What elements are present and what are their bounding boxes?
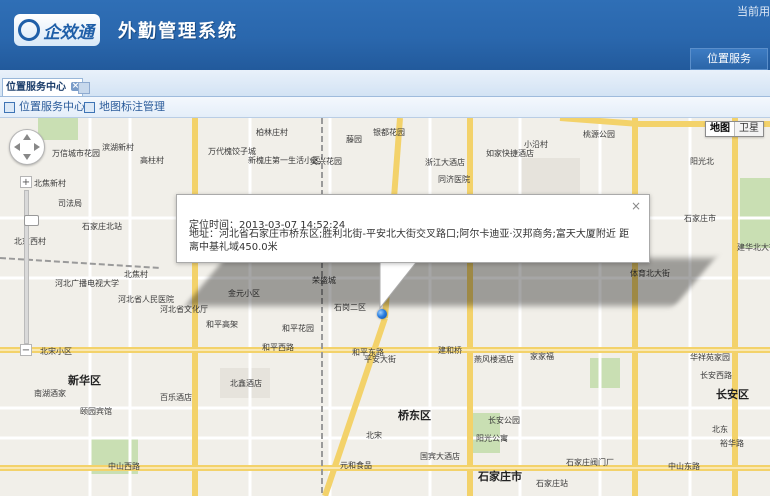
- map-label: 北宋小区: [40, 347, 72, 356]
- map-label-district: 石家庄市: [478, 470, 522, 483]
- map-label: 和平高架: [206, 320, 238, 329]
- map-label: 吴兴花园: [310, 157, 342, 166]
- info-address: 地址：河北省石家庄市桥东区;胜利北街-平安北大街交叉路口;阿尔卡迪亚·汉邦商务;…: [189, 229, 630, 253]
- tab-menu-icon[interactable]: [78, 82, 90, 94]
- map-label: 北宋: [366, 431, 382, 440]
- pan-arrows-icon: [14, 134, 40, 160]
- logo-badge: 企效通: [14, 14, 100, 46]
- map-label: 小沿村: [524, 140, 548, 149]
- logo: 企效通 外勤管理系统: [14, 14, 238, 46]
- map-label: 元和食品: [340, 461, 372, 470]
- zoom-slider-track[interactable]: [24, 190, 39, 344]
- map-label: 裕华路: [720, 439, 744, 448]
- map-type-switch: 地图 卫星: [705, 121, 764, 137]
- system-title: 外勤管理系统: [118, 21, 238, 42]
- map-label: 石家庄北站: [82, 222, 122, 231]
- map-label: 阳光公寓: [476, 434, 508, 443]
- map-type-satellite-button[interactable]: 卫星: [734, 122, 763, 136]
- map-label: 滨湖新村: [102, 143, 134, 152]
- map-label: 和平东路: [352, 348, 384, 357]
- toolbar-map-marker-management-label: 地图标注管理: [99, 100, 165, 113]
- map-label: 建华北大街: [737, 243, 770, 252]
- map-label-district: 长安区: [716, 388, 749, 401]
- map-label: 万信城市花园: [52, 149, 100, 158]
- tab-location-service-center[interactable]: 位置服务中心 ×: [2, 78, 83, 96]
- map-zoom-control[interactable]: + −: [20, 176, 39, 356]
- info-window-shadow: [184, 258, 716, 306]
- zoom-in-button[interactable]: +: [20, 176, 32, 188]
- map-label: 银都花园: [373, 128, 405, 137]
- nav-location-service-button[interactable]: 位置服务: [690, 48, 768, 70]
- map-label: 藤园: [346, 135, 362, 144]
- map-label: 和平花园: [282, 324, 314, 333]
- toolbar-location-center-label: 位置服务中心: [19, 100, 85, 113]
- tab-bar: 位置服务中心 ×: [0, 70, 770, 97]
- logo-q-icon: [18, 19, 40, 41]
- map-label: 颐园宾馆: [80, 407, 112, 416]
- map-type-map-button[interactable]: 地图: [706, 122, 734, 136]
- location-marker-icon[interactable]: [377, 309, 387, 319]
- zoom-slider-handle[interactable]: [24, 215, 39, 226]
- map-label-district: 新华区: [68, 374, 101, 387]
- map-label: 高柱村: [140, 156, 164, 165]
- map-label: 中山东路: [668, 462, 700, 471]
- map-label: 燕风楼酒店: [474, 355, 514, 364]
- map-label: 百乐酒店: [160, 393, 192, 402]
- map-label: 北东: [712, 425, 728, 434]
- map-label: 石家庄市: [684, 214, 716, 223]
- tab-label: 位置服务中心: [6, 82, 66, 93]
- map-label: 石家庄阀门厂: [566, 458, 614, 467]
- map-canvas[interactable]: 柏林庄村 藤园 银都花园 桃源公园 万信城市花园 滨湖新村 高柱村 万代槐饺子城…: [0, 118, 770, 496]
- map-label: 南湖酒家: [34, 389, 66, 398]
- map-label: 柏林庄村: [256, 128, 288, 137]
- map-label: 家家福: [530, 352, 554, 361]
- toolbar-location-center[interactable]: 位置服务中心: [4, 99, 85, 115]
- toolbar: 位置服务中心 地图标注管理: [0, 97, 770, 118]
- map-label: 中山西路: [108, 462, 140, 471]
- map-label: 石家庄站: [536, 479, 568, 488]
- info-window: × 定位时间：2013-03-07 14:52:24 地址：河北省石家庄市桥东区…: [176, 194, 650, 263]
- map-label: 建和桥: [438, 346, 462, 355]
- location-center-icon: [4, 101, 15, 113]
- map-label: 桃源公园: [583, 130, 615, 139]
- current-user-label: 当前用: [737, 5, 770, 18]
- zoom-out-button[interactable]: −: [20, 344, 32, 356]
- map-label: 北焦村: [124, 270, 148, 279]
- map-label: 河北广播电视大学: [55, 279, 119, 288]
- map-label: 国宾大酒店: [420, 452, 460, 461]
- map-label: 司法局: [58, 199, 82, 208]
- map-label: 北鑫酒店: [230, 379, 262, 388]
- logo-text: 企效通: [43, 22, 94, 43]
- map-label: 浙江大酒店: [425, 158, 465, 167]
- map-label: 同济医院: [438, 175, 470, 184]
- map-pan-control[interactable]: [9, 129, 45, 165]
- info-window-close-icon[interactable]: ×: [631, 199, 641, 213]
- map-label: 长安公园: [488, 416, 520, 425]
- map-marker-management-icon: [84, 101, 95, 113]
- toolbar-map-marker-management[interactable]: 地图标注管理: [84, 99, 165, 115]
- map-label: 阳光北: [690, 157, 714, 166]
- map-label: 华祥苑家园: [690, 353, 730, 362]
- app-header: 企效通 外勤管理系统 当前用 位置服务: [0, 0, 770, 70]
- map-label-district: 桥东区: [398, 409, 431, 422]
- map-label: 北焦新村: [34, 179, 66, 188]
- map-label: 和平西路: [262, 343, 294, 352]
- map-label: 长安西路: [700, 371, 732, 380]
